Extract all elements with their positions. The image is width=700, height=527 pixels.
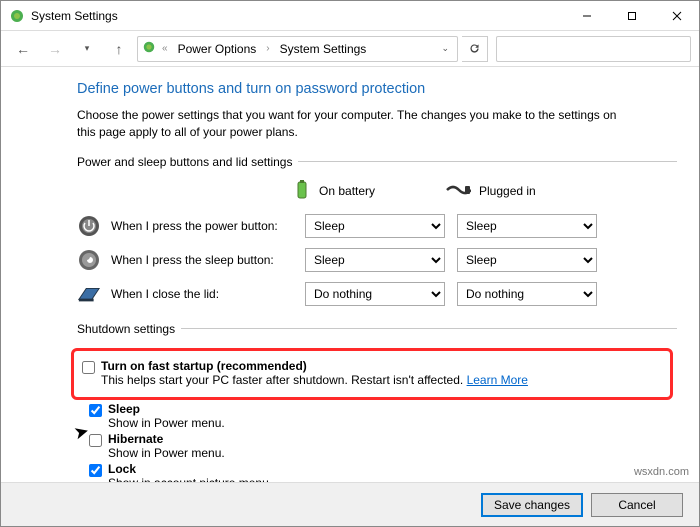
- lid-label: When I close the lid:: [111, 287, 219, 301]
- on-battery-label: On battery: [319, 184, 375, 198]
- back-button[interactable]: ←: [9, 35, 37, 63]
- page-description: Choose the power settings that you want …: [77, 107, 637, 141]
- sleep-checkbox[interactable]: [89, 404, 102, 417]
- hibernate-sub: Show in Power menu.: [108, 446, 225, 460]
- chevron-left-icon: «: [162, 43, 168, 54]
- navbar: ← → ▾ ↑ « Power Options › System Setting…: [1, 31, 699, 67]
- cancel-button[interactable]: Cancel: [591, 493, 683, 517]
- shutdown-fieldset: Shutdown settings Turn on fast startup (…: [77, 322, 677, 492]
- search-input[interactable]: [496, 36, 691, 62]
- address-bar[interactable]: « Power Options › System Settings ⌄: [137, 36, 458, 62]
- lid-plugged-select[interactable]: Do nothing: [457, 282, 597, 306]
- sleep-title: Sleep: [108, 402, 225, 416]
- footer: Save changes Cancel: [1, 482, 699, 526]
- forward-button[interactable]: →: [41, 35, 69, 63]
- power-sleep-legend: Power and sleep buttons and lid settings: [77, 155, 298, 169]
- window-controls: [564, 1, 699, 31]
- close-button[interactable]: [654, 1, 699, 31]
- sleep-button-label: When I press the sleep button:: [111, 253, 274, 267]
- hibernate-title: Hibernate: [108, 432, 225, 446]
- sleep-button-battery-select[interactable]: Sleep: [305, 248, 445, 272]
- app-icon: [9, 8, 25, 24]
- hibernate-checkbox[interactable]: [89, 434, 102, 447]
- breadcrumb-system-settings[interactable]: System Settings: [276, 40, 371, 58]
- watermark: wsxdn.com: [634, 466, 689, 478]
- power-button-battery-select[interactable]: Sleep: [305, 214, 445, 238]
- power-button-icon: [77, 214, 101, 238]
- highlight-annotation: Turn on fast startup (recommended) This …: [71, 348, 673, 400]
- sleep-button-plugged-select[interactable]: Sleep: [457, 248, 597, 272]
- fast-startup-checkbox[interactable]: [82, 361, 95, 374]
- power-button-plugged-select[interactable]: Sleep: [457, 214, 597, 238]
- fast-startup-title: Turn on fast startup (recommended): [101, 359, 528, 373]
- location-icon: [142, 40, 156, 57]
- sleep-sub: Show in Power menu.: [108, 416, 225, 430]
- learn-more-link[interactable]: Learn More: [467, 373, 528, 387]
- lock-checkbox[interactable]: [89, 464, 102, 477]
- save-button[interactable]: Save changes: [481, 493, 583, 517]
- plug-icon: [445, 182, 471, 201]
- recent-dropdown[interactable]: ▾: [73, 35, 101, 63]
- power-sleep-fieldset: Power and sleep buttons and lid settings…: [77, 155, 677, 316]
- battery-icon: [293, 179, 311, 204]
- minimize-button[interactable]: [564, 1, 609, 31]
- up-button[interactable]: ↑: [105, 35, 133, 63]
- lid-icon: [77, 282, 101, 306]
- refresh-button[interactable]: [462, 36, 488, 62]
- maximize-button[interactable]: [609, 1, 654, 31]
- chevron-right-icon: ›: [266, 43, 269, 54]
- window-title: System Settings: [31, 9, 564, 23]
- fast-startup-sub: This helps start your PC faster after sh…: [101, 373, 463, 387]
- power-button-label: When I press the power button:: [111, 219, 278, 233]
- address-dropdown[interactable]: ⌄: [437, 43, 453, 54]
- breadcrumb-power-options[interactable]: Power Options: [174, 40, 261, 58]
- lock-title: Lock: [108, 462, 272, 476]
- plugged-label: Plugged in: [479, 184, 536, 198]
- page-heading: Define power buttons and turn on passwor…: [77, 81, 677, 97]
- sleep-button-icon: [77, 248, 101, 272]
- shutdown-legend: Shutdown settings: [77, 322, 181, 336]
- titlebar: System Settings: [1, 1, 699, 31]
- lid-battery-select[interactable]: Do nothing: [305, 282, 445, 306]
